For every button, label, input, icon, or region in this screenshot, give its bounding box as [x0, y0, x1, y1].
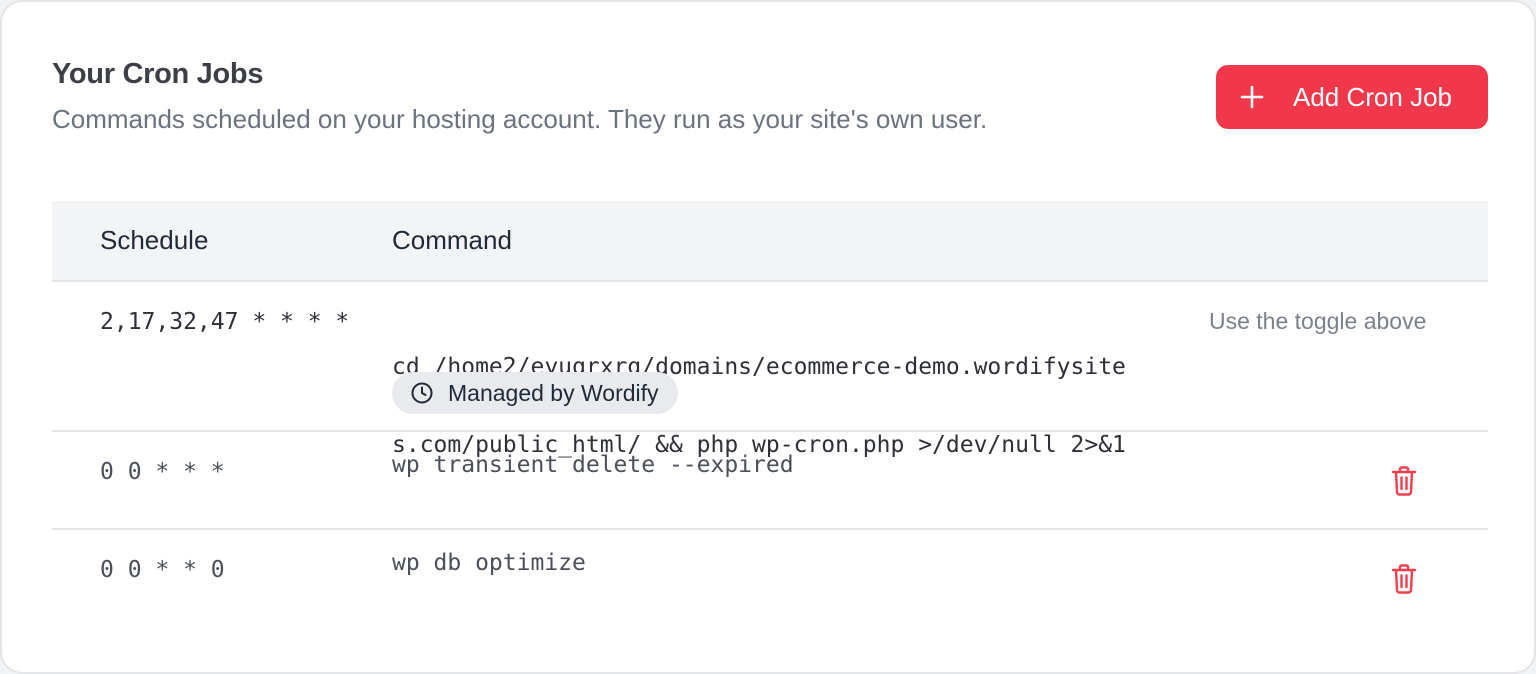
clock-icon: [411, 382, 433, 404]
schedule-cell: 0 0 * * *: [100, 459, 225, 485]
schedule-cell: 2,17,32,47 * * * *: [100, 309, 350, 335]
table-header: Schedule Command: [52, 201, 1488, 282]
command-cell: wp db optimize: [392, 550, 586, 576]
column-header-schedule: Schedule: [100, 225, 209, 255]
trash-icon: [1391, 466, 1417, 496]
managed-badge: Managed by Wordify: [392, 372, 678, 414]
table-row: 0 0 * * * wp transient delete --expired: [52, 432, 1488, 530]
add-cron-job-button[interactable]: Add Cron Job: [1216, 65, 1488, 129]
action-hint: Use the toggle above: [1209, 308, 1427, 334]
cron-jobs-card: Your Cron Jobs Commands scheduled on you…: [0, 0, 1536, 674]
delete-button[interactable]: [1388, 464, 1420, 498]
cron-jobs-table: Schedule Command 2,17,32,47 * * * * cd /…: [52, 201, 1488, 626]
delete-button[interactable]: [1388, 562, 1420, 596]
column-header-command: Command: [392, 225, 512, 255]
page-title: Your Cron Jobs: [52, 58, 264, 90]
managed-badge-label: Managed by Wordify: [448, 379, 659, 406]
page-subtitle: Commands scheduled on your hosting accou…: [52, 104, 988, 134]
table-row: 0 0 * * 0 wp db optimize: [52, 530, 1488, 626]
trash-icon: [1391, 564, 1417, 594]
table-row: 2,17,32,47 * * * * cd /home2/eyuqrxrg/do…: [52, 282, 1488, 458]
add-cron-job-label: Add Cron Job: [1293, 81, 1452, 112]
plus-icon: [1240, 85, 1264, 109]
schedule-cell: 0 0 * * 0: [100, 557, 225, 583]
command-cell: wp transient delete --expired: [392, 452, 794, 478]
